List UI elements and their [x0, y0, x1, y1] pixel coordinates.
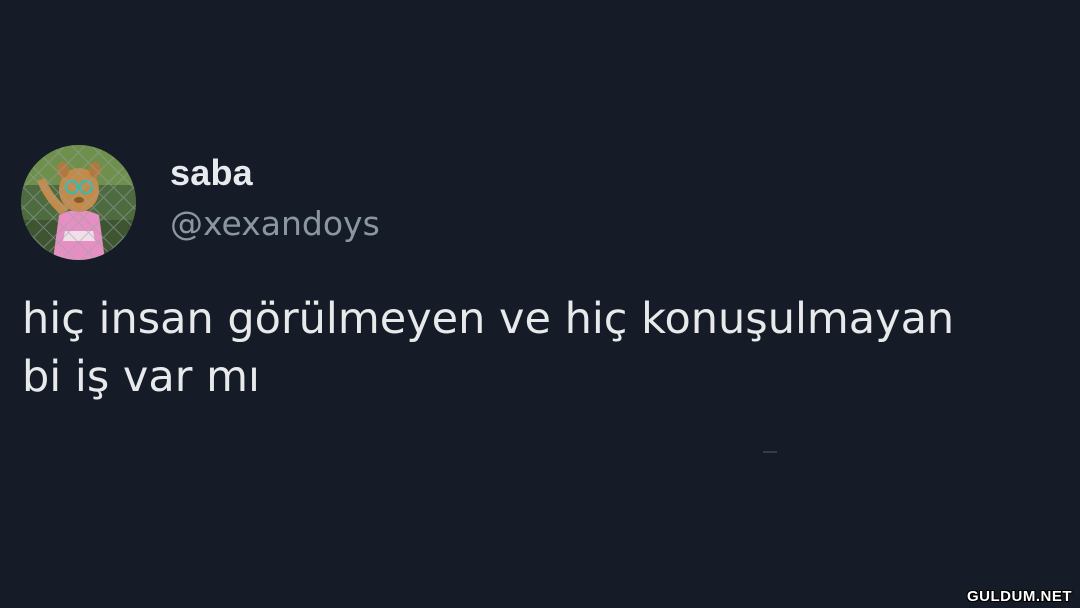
divider-speck: [763, 451, 777, 453]
profile-avatar[interactable]: [21, 145, 136, 260]
user-handle[interactable]: @xexandoys: [170, 202, 380, 246]
cartoon-character-avatar-icon: [21, 145, 136, 260]
display-name[interactable]: saba: [170, 151, 253, 195]
tweet-text: hiç insan görülmeyen ve hiç konuşulmayan…: [22, 294, 955, 402]
site-watermark: GULDUM.NET: [967, 588, 1072, 605]
tweet-card: saba @xexandoys hiç insan görülmeyen ve …: [0, 0, 1080, 608]
